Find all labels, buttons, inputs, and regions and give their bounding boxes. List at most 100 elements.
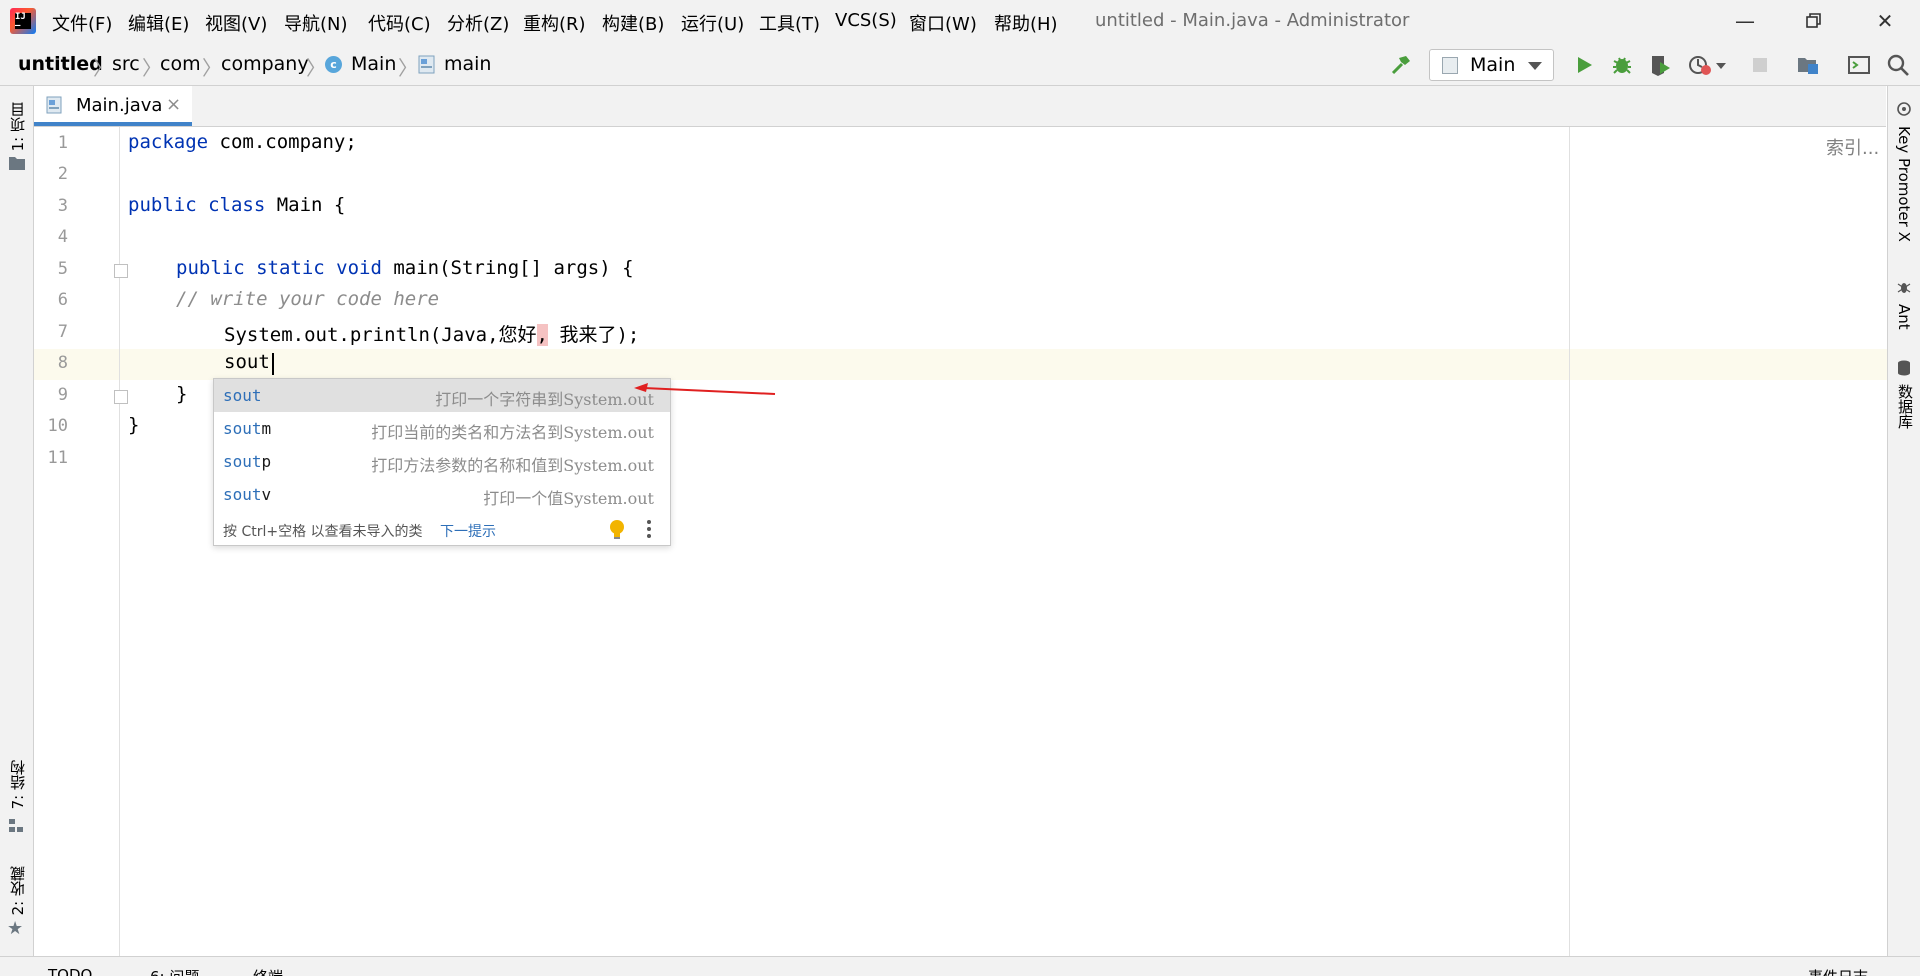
more-options-icon[interactable] [646, 519, 652, 539]
breadcrumb-project[interactable]: untitled [18, 53, 103, 75]
ant-tool-tab[interactable]: Ant [1895, 304, 1913, 330]
favorites-tool-tab[interactable]: 2: 收藏 [7, 866, 28, 915]
menu-vcs[interactable]: VCS(S) [835, 10, 897, 31]
build-hammer-icon[interactable] [1389, 53, 1413, 77]
fold-marker-icon[interactable] [114, 264, 128, 278]
key-promoter-icon [1897, 102, 1911, 116]
code-line-5: public static void main(String[] args) { [176, 257, 634, 279]
code-line-9: } [176, 383, 188, 405]
line-number: 5 [57, 259, 68, 279]
completion-item-description: 打印一个字符串到System.out [435, 390, 654, 409]
intellij-logo-icon[interactable]: IJ — [10, 8, 36, 34]
menu-view[interactable]: 视图(V) [205, 10, 267, 36]
reader-mode-indicator[interactable]: 索引... [1826, 134, 1879, 160]
ant-icon [1897, 283, 1911, 293]
coverage-icon[interactable] [1648, 53, 1672, 77]
keyword-token: public class [128, 194, 266, 216]
config-file-icon [1442, 57, 1458, 74]
completion-rest: v [261, 485, 272, 504]
breadcrumb-src[interactable]: src [112, 53, 140, 75]
search-icon[interactable] [1886, 53, 1910, 77]
code-token: main(String[] args) { [381, 257, 634, 279]
menu-run[interactable]: 运行(U) [681, 10, 744, 36]
completion-item-description: 打印当前的类名和方法名到System.out [371, 423, 654, 442]
breadcrumb-separator-icon: 〉 [398, 56, 418, 80]
completion-item-sout[interactable]: sout 打印一个字符串到System.out [214, 379, 670, 412]
terminal-window-icon[interactable] [1847, 53, 1871, 77]
menu-file[interactable]: 文件(F) [52, 10, 112, 36]
class-icon: c [325, 56, 342, 73]
completion-match-prefix: sout [223, 485, 262, 504]
menu-analyze[interactable]: 分析(Z) [447, 10, 509, 36]
close-tab-icon[interactable]: × [166, 94, 181, 115]
line-number: 9 [57, 385, 68, 405]
menu-code[interactable]: 代码(C) [368, 10, 431, 36]
menu-navigate[interactable]: 导航(N) [284, 10, 348, 36]
completion-match-prefix: sout [223, 419, 262, 438]
menu-refactor[interactable]: 重构(R) [523, 10, 586, 36]
right-tool-window-bar: Key Promoter X Ant 数据库 [1887, 86, 1920, 956]
text-caret [272, 353, 274, 375]
completion-match-prefix: sout [223, 386, 262, 405]
editor-tab-bar: Main.java × [34, 86, 1886, 127]
line-number: 3 [57, 196, 68, 216]
annotation-arrow-icon [634, 383, 776, 395]
completion-item-name: soutm [223, 419, 271, 438]
debug-icon[interactable] [1610, 53, 1634, 77]
run-configuration-select[interactable]: Main [1429, 49, 1554, 81]
database-tool-tab[interactable]: 数据库 [1895, 384, 1916, 429]
line-number: 4 [57, 227, 68, 247]
tab-label: Main.java [76, 95, 163, 116]
project-tool-tab[interactable]: 1: 项目 [7, 102, 28, 151]
bottom-tool-window-bar: TODO 6: 问题 终端 事件日志 [0, 956, 1920, 976]
breadcrumb-separator-icon: 〉 [202, 56, 222, 80]
line-number: 6 [57, 290, 68, 310]
current-line-highlight [120, 349, 1887, 380]
breadcrumb-method[interactable]: main [444, 53, 491, 75]
lightbulb-icon[interactable] [608, 519, 626, 539]
menu-window[interactable]: 窗口(W) [909, 10, 977, 36]
completion-item-soutm[interactable]: soutm 打印当前的类名和方法名到System.out [214, 412, 670, 445]
code-line-8: sout [224, 351, 270, 373]
menu-build[interactable]: 构建(B) [602, 10, 664, 36]
breadcrumb-separator-icon: 〉 [306, 56, 326, 80]
menu-tools[interactable]: 工具(T) [759, 10, 820, 36]
completion-match-prefix: sout [223, 452, 262, 471]
next-tip-link[interactable]: 下一提示 [440, 521, 496, 541]
line-number: 8 [57, 353, 68, 373]
restore-icon[interactable] [1799, 6, 1829, 36]
line-number: 11 [47, 448, 68, 468]
chevron-down-icon[interactable] [1714, 53, 1728, 77]
breadcrumb-separator-icon: 〉 [142, 56, 162, 80]
key-promoter-tool-tab[interactable]: Key Promoter X [1895, 126, 1913, 242]
star-icon: ★ [7, 918, 24, 939]
completion-item-soutp[interactable]: soutp 打印方法参数的名称和值到System.out [214, 445, 670, 478]
completion-rest: p [261, 452, 272, 471]
code-line-6-comment: // write your code here [176, 288, 440, 310]
run-icon[interactable] [1572, 53, 1596, 77]
line-number: 2 [57, 164, 68, 184]
close-window-icon[interactable]: ✕ [1870, 6, 1900, 36]
breadcrumb-company[interactable]: company [221, 53, 309, 75]
completion-rest: m [261, 419, 272, 438]
completion-item-name: sout [223, 386, 262, 405]
menu-help[interactable]: 帮助(H) [994, 10, 1058, 36]
breadcrumb-com[interactable]: com [160, 53, 201, 75]
code-line-3: public class Main { [128, 194, 345, 216]
code-line-1: package com.company; [128, 131, 357, 153]
breadcrumb-class[interactable]: Main [351, 53, 396, 75]
chevron-down-icon [1528, 62, 1542, 70]
minimize-icon[interactable]: — [1730, 6, 1760, 36]
completion-item-description: 打印一个值System.out [483, 489, 654, 508]
menu-edit[interactable]: 编辑(E) [128, 10, 189, 36]
code-completion-popup: sout 打印一个字符串到System.out soutm 打印当前的类名和方法… [213, 378, 671, 546]
tab-main-java[interactable]: Main.java × [34, 86, 192, 126]
profiler-icon[interactable] [1688, 53, 1712, 77]
keyword-token: public static void [176, 257, 382, 279]
fold-marker-icon[interactable] [114, 390, 128, 404]
project-structure-icon[interactable] [1796, 53, 1820, 77]
completion-item-soutv[interactable]: soutv 打印一个值System.out [214, 478, 670, 511]
line-number: 10 [47, 416, 68, 436]
stop-icon [1753, 58, 1767, 72]
structure-tool-tab[interactable]: 7: 结构 [7, 760, 28, 809]
